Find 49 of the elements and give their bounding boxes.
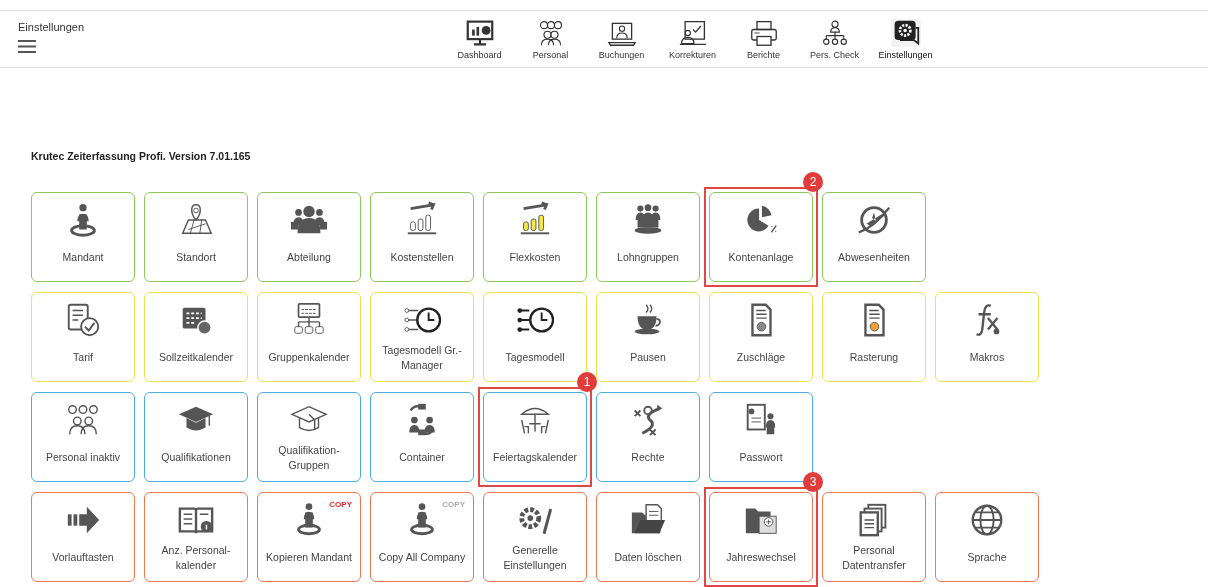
settings-tile[interactable]: Mandant <box>31 192 135 282</box>
settings-tile[interactable]: Zuschläge <box>709 292 813 382</box>
settings-tile[interactable]: Flexkosten <box>483 192 587 282</box>
page-title: Einstellungen <box>18 21 85 33</box>
settings-tile[interactable]: Qualifikationen <box>144 392 248 482</box>
settings-tile[interactable]: Tagesmodell Gr.-Manager <box>370 292 474 382</box>
number-badge: 2 <box>803 172 823 192</box>
settings-tile[interactable]: Standort <box>144 192 248 282</box>
settings-tile[interactable]: Abwesenheiten <box>822 192 926 282</box>
settings-tile[interactable]: Personal Datentransfer <box>822 492 926 582</box>
copy-label: COPY <box>329 500 352 509</box>
menu-icon[interactable] <box>18 39 36 54</box>
settings-tile[interactable]: Jahreswechsel <box>709 492 813 582</box>
nav-item[interactable]: Buchungen <box>586 18 657 60</box>
nav-item[interactable]: Korrekturen <box>657 18 728 60</box>
nav-item[interactable]: Berichte <box>728 18 799 60</box>
settings-tile[interactable]: Qualifikation-Gruppen <box>257 392 361 482</box>
nav-item[interactable]: Einstellungen <box>870 18 941 60</box>
settings-tile[interactable]: Container <box>370 392 474 482</box>
version-text: Krutec Zeiterfassung Profi. Version 7.01.165 <box>31 150 252 162</box>
settings-tile[interactable]: Daten löschen <box>596 492 700 582</box>
settings-tile[interactable]: Sollzeitkalender <box>144 292 248 382</box>
settings-tile[interactable]: Sprache <box>935 492 1039 582</box>
settings-tile[interactable]: Feiertagskalender <box>483 392 587 482</box>
settings-tile[interactable]: Abteilung <box>257 192 361 282</box>
number-badge: 3 <box>803 472 823 492</box>
settings-tile[interactable]: Makros <box>935 292 1039 382</box>
printer-icon <box>748 18 779 47</box>
number-badge: 1 <box>577 372 597 392</box>
nav-item[interactable]: Personal <box>515 18 586 60</box>
settings-tile[interactable]: Kostenstellen <box>370 192 474 282</box>
settings-tile[interactable]: Vorlauftasten <box>31 492 135 582</box>
settings-tile[interactable]: Tarif <box>31 292 135 382</box>
settings-tile[interactable]: Kontenanlage <box>709 192 813 282</box>
settings-tile[interactable]: Gruppenkalender <box>257 292 361 382</box>
monitor-icon <box>464 18 495 47</box>
clipboard-icon <box>677 18 708 47</box>
settings-tile[interactable]: Anz. Personal-kalender <box>144 492 248 582</box>
nav-item[interactable]: Pers. Check <box>799 18 870 60</box>
settings-tile[interactable]: COPY Kopieren Mandant <box>257 492 361 582</box>
nav-item[interactable]: Dashboard <box>444 18 515 60</box>
copy-label: COPY <box>442 500 465 509</box>
settings-tile[interactable]: Personal inaktiv <box>31 392 135 482</box>
settings-tile[interactable]: Rasterung <box>822 292 926 382</box>
settings-tile[interactable]: Lohngruppen <box>596 192 700 282</box>
settings-tile[interactable]: Generelle Einstellungen <box>483 492 587 582</box>
settings-tile[interactable]: Pausen <box>596 292 700 382</box>
settings-tile[interactable]: COPY Copy All Company <box>370 492 474 582</box>
settings-tile[interactable]: Rechte <box>596 392 700 482</box>
